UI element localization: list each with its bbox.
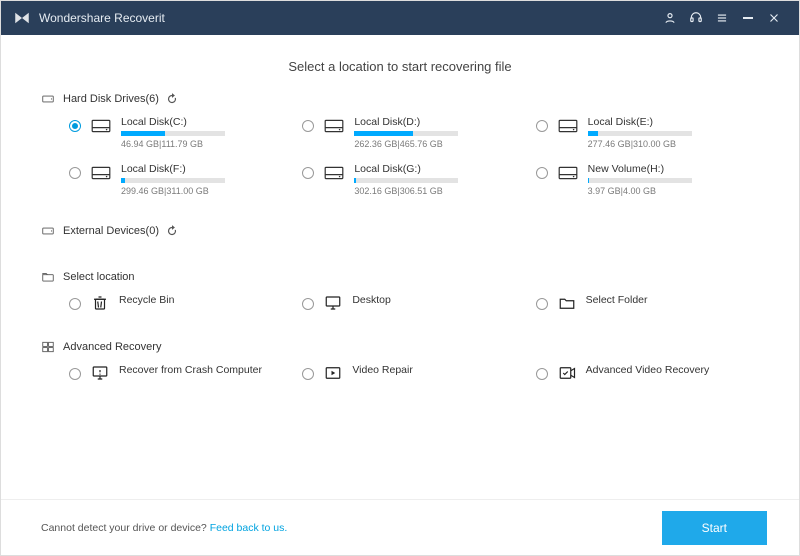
disk-icon	[558, 165, 578, 181]
radio[interactable]	[302, 120, 314, 132]
drive-label: Local Disk(C:)	[121, 116, 225, 128]
section-advanced-label: Advanced Recovery	[63, 341, 161, 353]
advanced-section-icon	[41, 340, 55, 354]
external-icon	[41, 224, 55, 238]
drive-item[interactable]: Local Disk(E:) 277.46 GB|310.00 GB	[536, 116, 759, 149]
recycle-bin-icon	[91, 294, 109, 312]
advanced-label: Video Repair	[352, 364, 413, 376]
drive-item[interactable]: Local Disk(C:) 46.94 GB|111.79 GB	[69, 116, 292, 149]
refresh-icon[interactable]	[165, 224, 179, 238]
video-recovery-icon	[558, 364, 576, 382]
usage-bar	[121, 178, 225, 183]
usage-bar	[121, 131, 225, 136]
folder-section-icon	[41, 270, 55, 284]
location-recycle-bin[interactable]: Recycle Bin	[69, 294, 292, 312]
drives-grid: Local Disk(C:) 46.94 GB|111.79 GB Local …	[69, 116, 759, 196]
app-logo-icon	[13, 9, 31, 27]
location-label: Desktop	[352, 294, 391, 306]
start-button[interactable]: Start	[662, 511, 767, 545]
drive-item[interactable]: Local Disk(D:) 262.36 GB|465.76 GB	[302, 116, 525, 149]
section-location-label: Select location	[63, 271, 135, 283]
folder-icon	[558, 294, 576, 312]
usage-bar	[588, 131, 692, 136]
section-location: Select location	[41, 270, 759, 284]
disk-icon	[91, 118, 111, 134]
app-window: Wondershare Recoverit Select a location …	[0, 0, 800, 556]
radio[interactable]	[536, 298, 548, 310]
advanced-label: Recover from Crash Computer	[119, 364, 262, 376]
section-hdd: Hard Disk Drives(6)	[41, 92, 759, 106]
feedback-link[interactable]: Feed back to us.	[210, 522, 288, 534]
locations-grid: Recycle Bin Desktop Select Folder	[69, 294, 759, 312]
disk-icon	[91, 165, 111, 181]
video-repair-icon	[324, 364, 342, 382]
drive-size: 277.46 GB|310.00 GB	[588, 139, 692, 149]
drive-size: 3.97 GB|4.00 GB	[588, 186, 692, 196]
location-select-folder[interactable]: Select Folder	[536, 294, 759, 312]
drive-label: New Volume(H:)	[588, 163, 692, 175]
hdd-icon	[41, 92, 55, 106]
close-button[interactable]	[761, 5, 787, 31]
location-desktop[interactable]: Desktop	[302, 294, 525, 312]
titlebar: Wondershare Recoverit	[1, 1, 799, 35]
drive-size: 46.94 GB|111.79 GB	[121, 139, 225, 149]
page-heading: Select a location to start recovering fi…	[41, 59, 759, 74]
content-area: Select a location to start recovering fi…	[1, 35, 799, 499]
radio[interactable]	[536, 120, 548, 132]
location-label: Select Folder	[586, 294, 648, 306]
radio[interactable]	[69, 167, 81, 179]
advanced-label: Advanced Video Recovery	[586, 364, 710, 376]
section-hdd-label: Hard Disk Drives(6)	[63, 93, 159, 105]
disk-icon	[558, 118, 578, 134]
advanced-grid: Recover from Crash Computer Video Repair…	[69, 364, 759, 382]
footer: Cannot detect your drive or device? Feed…	[1, 499, 799, 555]
drive-label: Local Disk(F:)	[121, 163, 225, 175]
app-title: Wondershare Recoverit	[39, 11, 657, 25]
menu-icon[interactable]	[709, 5, 735, 31]
radio[interactable]	[69, 120, 81, 132]
radio[interactable]	[69, 298, 81, 310]
radio[interactable]	[69, 368, 81, 380]
section-external: External Devices(0)	[41, 224, 759, 238]
usage-bar	[354, 131, 458, 136]
disk-icon	[324, 165, 344, 181]
drive-size: 302.16 GB|306.51 GB	[354, 186, 458, 196]
radio[interactable]	[302, 167, 314, 179]
support-icon[interactable]	[683, 5, 709, 31]
footer-text: Cannot detect your drive or device?	[41, 522, 210, 534]
drive-item[interactable]: New Volume(H:) 3.97 GB|4.00 GB	[536, 163, 759, 196]
disk-icon	[324, 118, 344, 134]
section-advanced: Advanced Recovery	[41, 340, 759, 354]
drive-item[interactable]: Local Disk(G:) 302.16 GB|306.51 GB	[302, 163, 525, 196]
advanced-video-repair[interactable]: Video Repair	[302, 364, 525, 382]
radio[interactable]	[302, 368, 314, 380]
drive-size: 262.36 GB|465.76 GB	[354, 139, 458, 149]
drive-label: Local Disk(D:)	[354, 116, 458, 128]
usage-bar	[354, 178, 458, 183]
radio[interactable]	[536, 167, 548, 179]
drive-item[interactable]: Local Disk(F:) 299.46 GB|311.00 GB	[69, 163, 292, 196]
crash-icon	[91, 364, 109, 382]
advanced-video-recovery[interactable]: Advanced Video Recovery	[536, 364, 759, 382]
drive-size: 299.46 GB|311.00 GB	[121, 186, 225, 196]
location-label: Recycle Bin	[119, 294, 174, 306]
refresh-icon[interactable]	[165, 92, 179, 106]
drive-label: Local Disk(G:)	[354, 163, 458, 175]
drive-label: Local Disk(E:)	[588, 116, 692, 128]
account-icon[interactable]	[657, 5, 683, 31]
radio[interactable]	[536, 368, 548, 380]
advanced-crash-computer[interactable]: Recover from Crash Computer	[69, 364, 292, 382]
desktop-icon	[324, 294, 342, 312]
radio[interactable]	[302, 298, 314, 310]
section-external-label: External Devices(0)	[63, 225, 159, 237]
footer-message: Cannot detect your drive or device? Feed…	[41, 522, 287, 534]
minimize-button[interactable]	[735, 5, 761, 31]
usage-bar	[588, 178, 692, 183]
